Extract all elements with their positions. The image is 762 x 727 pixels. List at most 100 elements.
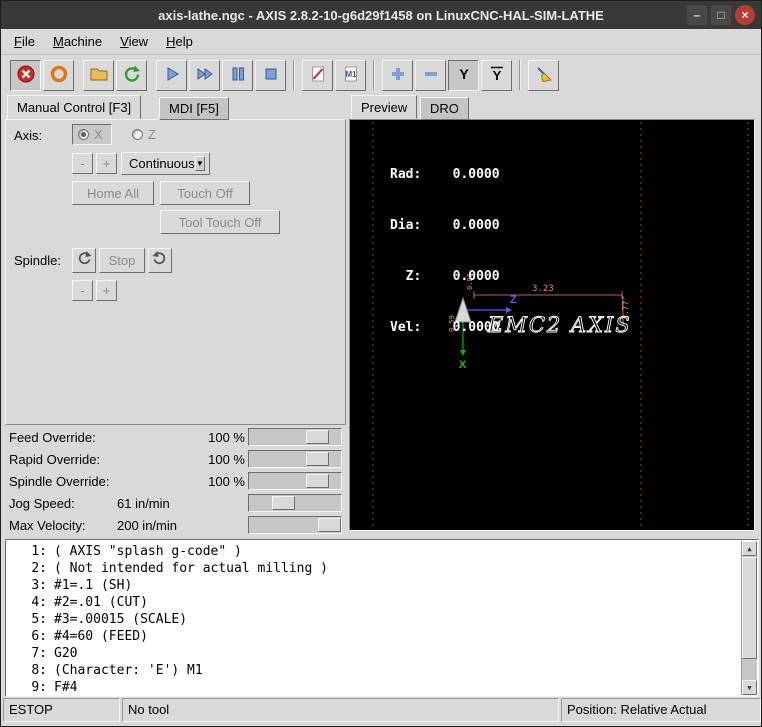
feed-override-row: Feed Override: 100 %: [5, 427, 346, 448]
spindle-cw-icon: [151, 250, 169, 271]
pause-icon: [228, 64, 248, 87]
menu-file[interactable]: File: [5, 31, 44, 52]
rapid-override-label: Rapid Override:: [9, 452, 100, 467]
power-icon: [49, 64, 69, 87]
maximize-button[interactable]: □: [711, 5, 731, 25]
touch-off-button[interactable]: Touch Off: [160, 181, 250, 205]
feed-override-thumb[interactable]: [306, 430, 329, 444]
gcode-line-number: 3:: [6, 577, 54, 594]
gcode-line-text: #4=60 (FEED): [54, 628, 148, 645]
gcode-line[interactable]: 4:#2=.01 (CUT): [6, 594, 738, 611]
z-axis-label: Z: [510, 294, 517, 306]
spindle-ccw-button[interactable]: [72, 248, 96, 273]
jog-speed-slider[interactable]: [248, 494, 342, 512]
jog-minus-button[interactable]: -: [72, 153, 93, 174]
step-button[interactable]: [189, 60, 220, 91]
spindle-override-value: 100 %: [197, 474, 245, 489]
gcode-line[interactable]: 1:( AXIS "splash g-code" ): [6, 543, 738, 560]
gcode-line[interactable]: 8:(Character: 'E') M1: [6, 662, 738, 679]
optional-stop-button[interactable]: M1: [335, 60, 366, 91]
max-velocity-slider[interactable]: [248, 516, 342, 534]
app-window: axis-lathe.ngc - AXIS 2.8.2-10-g6d29f145…: [0, 0, 762, 727]
spindle-minus-button[interactable]: -: [72, 280, 93, 301]
rapid-override-row: Rapid Override: 100 %: [5, 449, 346, 470]
tool-touch-off-button[interactable]: Tool Touch Off: [160, 210, 280, 234]
clear-plot-button[interactable]: [528, 60, 559, 91]
emc2-axis-logo: EMC2 AXIS: [487, 313, 632, 337]
run-button[interactable]: [156, 60, 187, 91]
spindle-override-slider[interactable]: [248, 472, 342, 490]
menu-help[interactable]: Help: [157, 31, 202, 52]
jog-plus-button[interactable]: +: [96, 153, 117, 174]
close-button[interactable]: ×: [735, 5, 755, 25]
scroll-up-icon[interactable]: ▲: [742, 541, 757, 556]
gcode-line-number: 8:: [6, 662, 54, 679]
rapid-override-slider[interactable]: [248, 450, 342, 468]
jog-mode-combobox[interactable]: Continuous ▼: [121, 152, 210, 175]
stop-button[interactable]: [255, 60, 286, 91]
gcode-line[interactable]: 7:G20: [6, 645, 738, 662]
tab-dro[interactable]: DRO: [420, 97, 469, 120]
gcode-line[interactable]: 2:( Not intended for actual milling ): [6, 560, 738, 577]
rapid-override-thumb[interactable]: [306, 452, 329, 466]
zoom-in-button[interactable]: [382, 60, 413, 91]
minimize-button[interactable]: –: [687, 5, 707, 25]
spindle-override-thumb[interactable]: [306, 474, 329, 488]
reload-button[interactable]: [116, 60, 147, 91]
zoom-out-icon: [421, 64, 441, 87]
gcode-listing[interactable]: 1:( AXIS "splash g-code" ) 2:( Not inten…: [5, 539, 759, 697]
stop-icon: [261, 64, 281, 87]
scrollbar-thumb[interactable]: [742, 557, 757, 659]
tab-preview[interactable]: Preview: [351, 95, 417, 119]
jog-speed-thumb[interactable]: [272, 496, 295, 510]
jog-speed-row: Jog Speed: 61 in/min: [5, 493, 346, 514]
zoom-out-button[interactable]: [415, 60, 446, 91]
view-y-inverted-button[interactable]: Y: [481, 60, 512, 91]
gcode-scrollbar[interactable]: ▲ ▼: [741, 541, 757, 695]
toolbar-separator: [373, 60, 375, 90]
gcode-line-text: (Character: 'E') M1: [54, 662, 203, 679]
titlebar[interactable]: axis-lathe.ngc - AXIS 2.8.2-10-g6d29f145…: [1, 1, 761, 29]
scroll-down-icon[interactable]: ▼: [742, 680, 757, 695]
gcode-line-number: 1:: [6, 543, 54, 560]
run-icon: [162, 64, 182, 87]
dro-readout: Rad: 0.0000 Dia: 0.0000 Z: 0.0000 Vel: 0…: [390, 132, 500, 370]
preview-canvas[interactable]: 3.23 3.77 0.86 0.59 Z X EMC2 AXIS Rad: 0…: [349, 119, 755, 531]
clear-plot-brush-icon: [534, 64, 554, 87]
axis-z-label: Z: [148, 127, 156, 142]
home-all-button[interactable]: Home All: [72, 181, 154, 205]
spindle-cw-button[interactable]: [148, 248, 172, 273]
estop-button[interactable]: [10, 60, 41, 91]
axis-x-radio[interactable]: X: [72, 124, 112, 145]
gcode-line[interactable]: 5:#3=.00015 (SCALE): [6, 611, 738, 628]
status-tool: No tool: [122, 698, 559, 722]
menu-machine[interactable]: Machine: [44, 31, 111, 52]
optional-stop-icon: M1: [341, 64, 361, 87]
open-file-button[interactable]: [83, 60, 114, 91]
machine-power-button[interactable]: [43, 60, 74, 91]
gcode-line[interactable]: 6:#4=60 (FEED): [6, 628, 738, 645]
tab-manual-control[interactable]: Manual Control [F3]: [7, 95, 141, 119]
jog-mode-value: Continuous: [129, 156, 195, 171]
spindle-ccw-icon: [75, 250, 93, 271]
svg-text:Y: Y: [459, 66, 469, 82]
spindle-plus-button[interactable]: +: [96, 280, 117, 301]
axis-z-radio[interactable]: Z: [132, 127, 156, 142]
pause-button[interactable]: [222, 60, 253, 91]
view-y-inverted-icon: Y: [487, 64, 507, 87]
skip-lines-button[interactable]: [302, 60, 333, 91]
tab-mdi[interactable]: MDI [F5]: [159, 97, 229, 120]
max-velocity-thumb[interactable]: [318, 518, 341, 532]
menubar: File Machine View Help: [1, 29, 761, 55]
feed-override-slider[interactable]: [248, 428, 342, 446]
gcode-line[interactable]: 3:#1=.1 (SH): [6, 577, 738, 594]
menu-view[interactable]: View: [111, 31, 157, 52]
gcode-line[interactable]: 9:F#4: [6, 679, 738, 696]
open-folder-icon: [89, 64, 109, 87]
dropdown-arrow-icon: ▼: [195, 156, 205, 171]
dro-rad: Rad: 0.0000: [390, 166, 500, 183]
gcode-line-number: 2:: [6, 560, 54, 577]
view-y-button[interactable]: Y: [448, 60, 479, 91]
spindle-stop-button[interactable]: Stop: [99, 248, 145, 273]
spindle-override-row: Spindle Override: 100 %: [5, 471, 346, 492]
